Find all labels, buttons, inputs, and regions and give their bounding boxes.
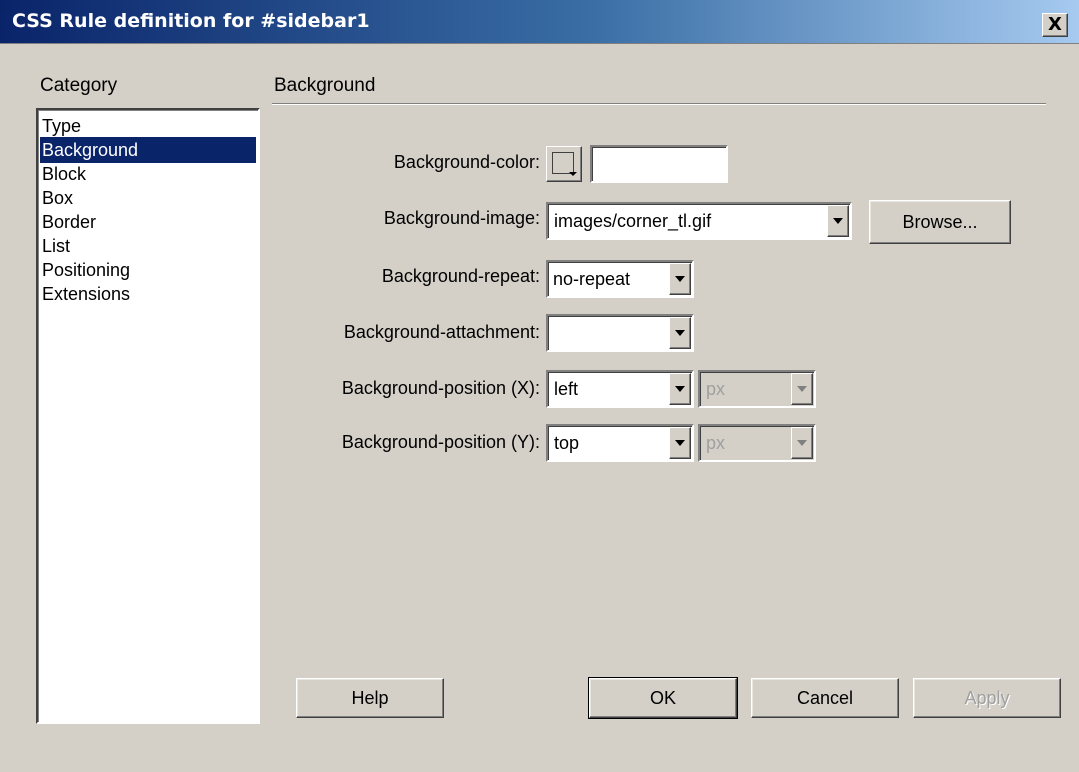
bg-repeat-dropdown-button[interactable] [669,263,691,295]
chevron-down-icon [833,218,843,224]
chevron-down-icon [675,440,685,446]
bg-position-y-dropdown-button[interactable] [669,427,691,459]
bg-attachment-dropdown-button[interactable] [669,317,691,349]
bg-attachment-label: Background-attachment: [343,322,540,342]
ok-button[interactable]: OK [588,677,738,719]
category-item-border[interactable]: Border [40,209,258,235]
bg-position-x-unit-select: px [698,370,816,408]
category-item-box[interactable]: Box [40,185,258,211]
apply-button: Apply [913,678,1061,718]
bg-color-input[interactable] [590,145,728,183]
dropdown-arrow-icon [569,172,577,176]
bg-position-y-label: Background-position (Y): [341,432,540,452]
bg-repeat-label: Background-repeat: [381,266,540,286]
category-item-list[interactable]: List [40,233,258,259]
chevron-down-icon [797,386,807,392]
category-item-block[interactable]: Block [40,161,258,187]
color-picker-button[interactable] [546,146,582,182]
close-icon: X [1048,14,1062,35]
chevron-down-icon [797,440,807,446]
cancel-button[interactable]: Cancel [751,678,899,718]
bg-position-y-unit-dropdown-button [791,427,813,459]
category-label: Category [40,75,118,96]
bg-position-x-dropdown-button[interactable] [669,373,691,405]
section-title: Background [274,75,376,96]
category-item-type[interactable]: Type [40,113,258,139]
window-title: CSS Rule definition for #sidebar1 [12,10,370,32]
bg-attachment-select[interactable] [546,314,694,352]
bg-position-y-select[interactable]: top [546,424,694,462]
bg-image-value: images/corner_tl.gif [546,202,852,240]
category-item-extensions[interactable]: Extensions [40,281,258,307]
chevron-down-icon [675,386,685,392]
bg-position-x-unit-dropdown-button [791,373,813,405]
color-swatch-icon [552,152,574,174]
title-bar: CSS Rule definition for #sidebar1 X [0,0,1079,44]
bg-position-x-select[interactable]: left [546,370,694,408]
chevron-down-icon [675,330,685,336]
bg-image-dropdown-button[interactable] [827,205,849,237]
close-button[interactable]: X [1042,13,1068,37]
bg-image-select[interactable]: images/corner_tl.gif [546,202,852,240]
category-item-background[interactable]: Background [40,137,256,163]
category-item-positioning[interactable]: Positioning [40,257,258,283]
category-list[interactable]: Type Background Block Box Border List Po… [36,108,260,724]
browse-button[interactable]: Browse... [869,200,1011,244]
section-divider [272,103,1046,105]
bg-image-label: Background-image: [383,208,540,228]
bg-position-x-label: Background-position (X): [341,378,540,398]
bg-repeat-select[interactable]: no-repeat [546,260,694,298]
bg-color-label: Background-color: [393,152,540,172]
bg-position-y-unit-select: px [698,424,816,462]
help-button[interactable]: Help [296,678,444,718]
chevron-down-icon [675,276,685,282]
